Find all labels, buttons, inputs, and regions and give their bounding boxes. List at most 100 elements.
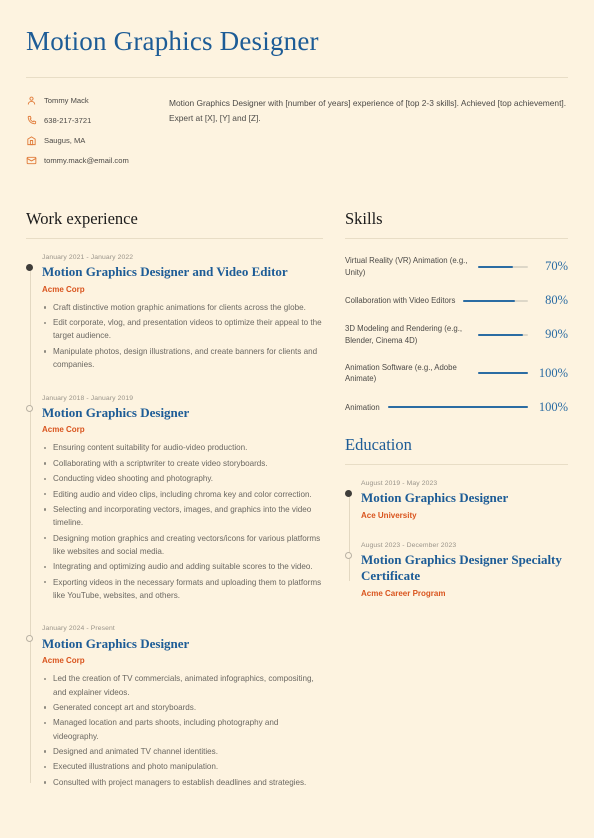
list-item: Conducting video shooting and photograph…	[42, 472, 323, 485]
education-entry-date: August 2019 - May 2023	[361, 479, 438, 487]
list-item: Consulted with project managers to estab…	[42, 776, 323, 789]
work-entry-bullets: Led the creation of TV commercials, anim…	[42, 672, 323, 789]
work-entry-role: Motion Graphics Designer	[42, 635, 190, 651]
contact-list: Tommy Mack 638-217-3721 Saugus, MA tommy…	[26, 95, 156, 175]
work-entry-role: Motion Graphics Designer	[42, 405, 190, 421]
skill-progress-bar	[463, 299, 528, 302]
work-experience-timeline: January 2021 - January 2022 Motion Graph…	[26, 253, 323, 789]
contact-item-location: Saugus, MA	[26, 135, 156, 146]
email-icon	[26, 155, 37, 166]
list-item: Manipulate photos, design illustrations,…	[42, 345, 323, 372]
person-icon	[26, 95, 37, 106]
list-item: Exporting videos in the necessary format…	[42, 576, 323, 603]
education-timeline: August 2019 - May 2023 Motion Graphics D…	[345, 479, 568, 599]
work-entry-company: Acme Corp	[42, 656, 85, 666]
list-item: Led the creation of TV commercials, anim…	[42, 672, 323, 699]
timeline-dot-icon	[26, 635, 33, 643]
education-entry: August 2023 - December 2023 Motion Graph…	[345, 541, 568, 599]
education-entry: August 2019 - May 2023 Motion Graphics D…	[345, 479, 568, 521]
education-divider	[345, 463, 568, 465]
education-entry-institution: Ace University	[361, 510, 417, 520]
skill-row: 3D Modeling and Rendering (e.g., Blender…	[345, 323, 568, 346]
skill-percent: 100%	[538, 365, 568, 380]
skill-progress-bar	[478, 372, 528, 375]
list-item: Designing motion graphics and creating v…	[42, 532, 323, 559]
work-entry-bullets: Craft distinctive motion graphic animati…	[42, 301, 323, 372]
contact-name-text: Tommy Mack	[44, 95, 89, 105]
skill-progress-fill	[478, 372, 528, 375]
skill-row: Animation Software (e.g., Adobe Animate)…	[345, 362, 568, 385]
skills-list: Virtual Reality (VR) Animation (e.g., Un…	[345, 255, 568, 415]
work-entry: January 2021 - January 2022 Motion Graph…	[26, 253, 323, 372]
skill-progress-bar	[478, 333, 528, 336]
page-title: Motion Graphics Designer	[26, 26, 319, 56]
work-entry: January 2018 - January 2019 Motion Graph…	[26, 394, 323, 603]
skill-name: Collaboration with Video Editors	[345, 295, 456, 305]
education-entry-degree: Motion Graphics Designer	[361, 490, 509, 506]
left-column: Work experience January 2021 - January 2…	[26, 209, 323, 791]
work-entry-role: Motion Graphics Designer and Video Edito…	[42, 264, 288, 280]
education-section: Education August 2019 - May 2023 Motion …	[345, 435, 568, 599]
timeline-dot-icon	[345, 551, 352, 559]
work-experience-section: Work experience January 2021 - January 2…	[26, 209, 323, 789]
education-entry-degree: Motion Graphics Designer Specialty Certi…	[361, 552, 562, 584]
skill-percent: 80%	[545, 293, 568, 308]
location-icon	[26, 135, 37, 146]
skill-progress-fill	[478, 333, 523, 336]
work-entry-company: Acme Corp	[42, 284, 85, 294]
skill-name: Animation	[345, 402, 380, 412]
header-divider	[26, 77, 568, 79]
work-entry-date: January 2024 - Present	[42, 625, 115, 633]
contact-location-text: Saugus, MA	[44, 135, 86, 145]
education-title: Education	[345, 434, 412, 454]
skill-row: Virtual Reality (VR) Animation (e.g., Un…	[345, 255, 568, 278]
skills-section: Skills Virtual Reality (VR) Animation (e…	[345, 209, 568, 415]
skill-row: Collaboration with Video Editors 80%	[345, 293, 568, 308]
list-item: Edit corporate, vlog, and presentation v…	[42, 316, 323, 343]
list-item: Selecting and incorporating vectors, ima…	[42, 503, 323, 530]
work-entry-company: Acme Corp	[42, 425, 85, 435]
skill-progress-fill	[387, 406, 528, 409]
list-item: Designed and animated TV channel identit…	[42, 745, 323, 758]
list-item: Craft distinctive motion graphic animati…	[42, 301, 323, 314]
phone-icon	[26, 115, 37, 126]
skills-title: Skills	[345, 209, 383, 229]
list-item: Integrating and optimizing audio and add…	[42, 560, 323, 573]
right-column: Skills Virtual Reality (VR) Animation (e…	[345, 209, 568, 791]
skill-name: Virtual Reality (VR) Animation (e.g., Un…	[345, 255, 468, 277]
skill-percent: 70%	[545, 259, 568, 274]
skill-percent: 100%	[538, 399, 568, 414]
work-entry-date: January 2018 - January 2019	[42, 394, 134, 402]
list-item: Ensuring content suitability for audio-v…	[42, 441, 323, 454]
timeline-dot-icon	[345, 489, 352, 497]
contact-item-email: tommy.mack@email.com	[26, 155, 156, 166]
list-item: Generated concept art and storyboards.	[42, 701, 323, 714]
contact-item-phone: 638-217-3721	[26, 115, 156, 126]
contact-item-name: Tommy Mack	[26, 95, 156, 106]
list-item: Managed location and parts shoots, inclu…	[42, 716, 323, 743]
work-entry: January 2024 - Present Motion Graphics D…	[26, 624, 323, 789]
list-item: Editing audio and video clips, including…	[42, 488, 323, 501]
skill-row: Animation 100%	[345, 400, 568, 415]
skill-progress-fill	[463, 299, 516, 302]
education-entry-date: August 2023 - December 2023	[361, 541, 457, 549]
contact-email-text: tommy.mack@email.com	[44, 155, 129, 165]
education-entry-institution: Acme Career Program	[361, 588, 446, 598]
skill-progress-bar	[387, 406, 528, 409]
skills-divider	[345, 237, 568, 239]
skill-progress-fill	[478, 265, 513, 268]
resume-header: Motion Graphics Designer Tommy Mack 638-…	[26, 20, 568, 175]
timeline-dot-icon	[26, 263, 33, 271]
work-entry-date: January 2021 - January 2022	[42, 253, 134, 261]
professional-summary: Motion Graphics Designer with [number of…	[169, 98, 567, 123]
work-experience-title: Work experience	[26, 209, 138, 229]
skill-progress-bar	[478, 265, 528, 268]
skill-name: 3D Modeling and Rendering (e.g., Blender…	[345, 324, 463, 345]
contact-phone-text: 638-217-3721	[44, 115, 92, 125]
work-entry-bullets: Ensuring content suitability for audio-v…	[42, 441, 323, 602]
list-item: Executed illustrations and photo manipul…	[42, 760, 323, 773]
list-item: Collaborating with a scriptwriter to cre…	[42, 457, 323, 470]
skill-percent: 90%	[545, 327, 568, 342]
resume-page: Motion Graphics Designer Tommy Mack 638-…	[0, 0, 594, 838]
work-experience-divider	[26, 237, 323, 239]
